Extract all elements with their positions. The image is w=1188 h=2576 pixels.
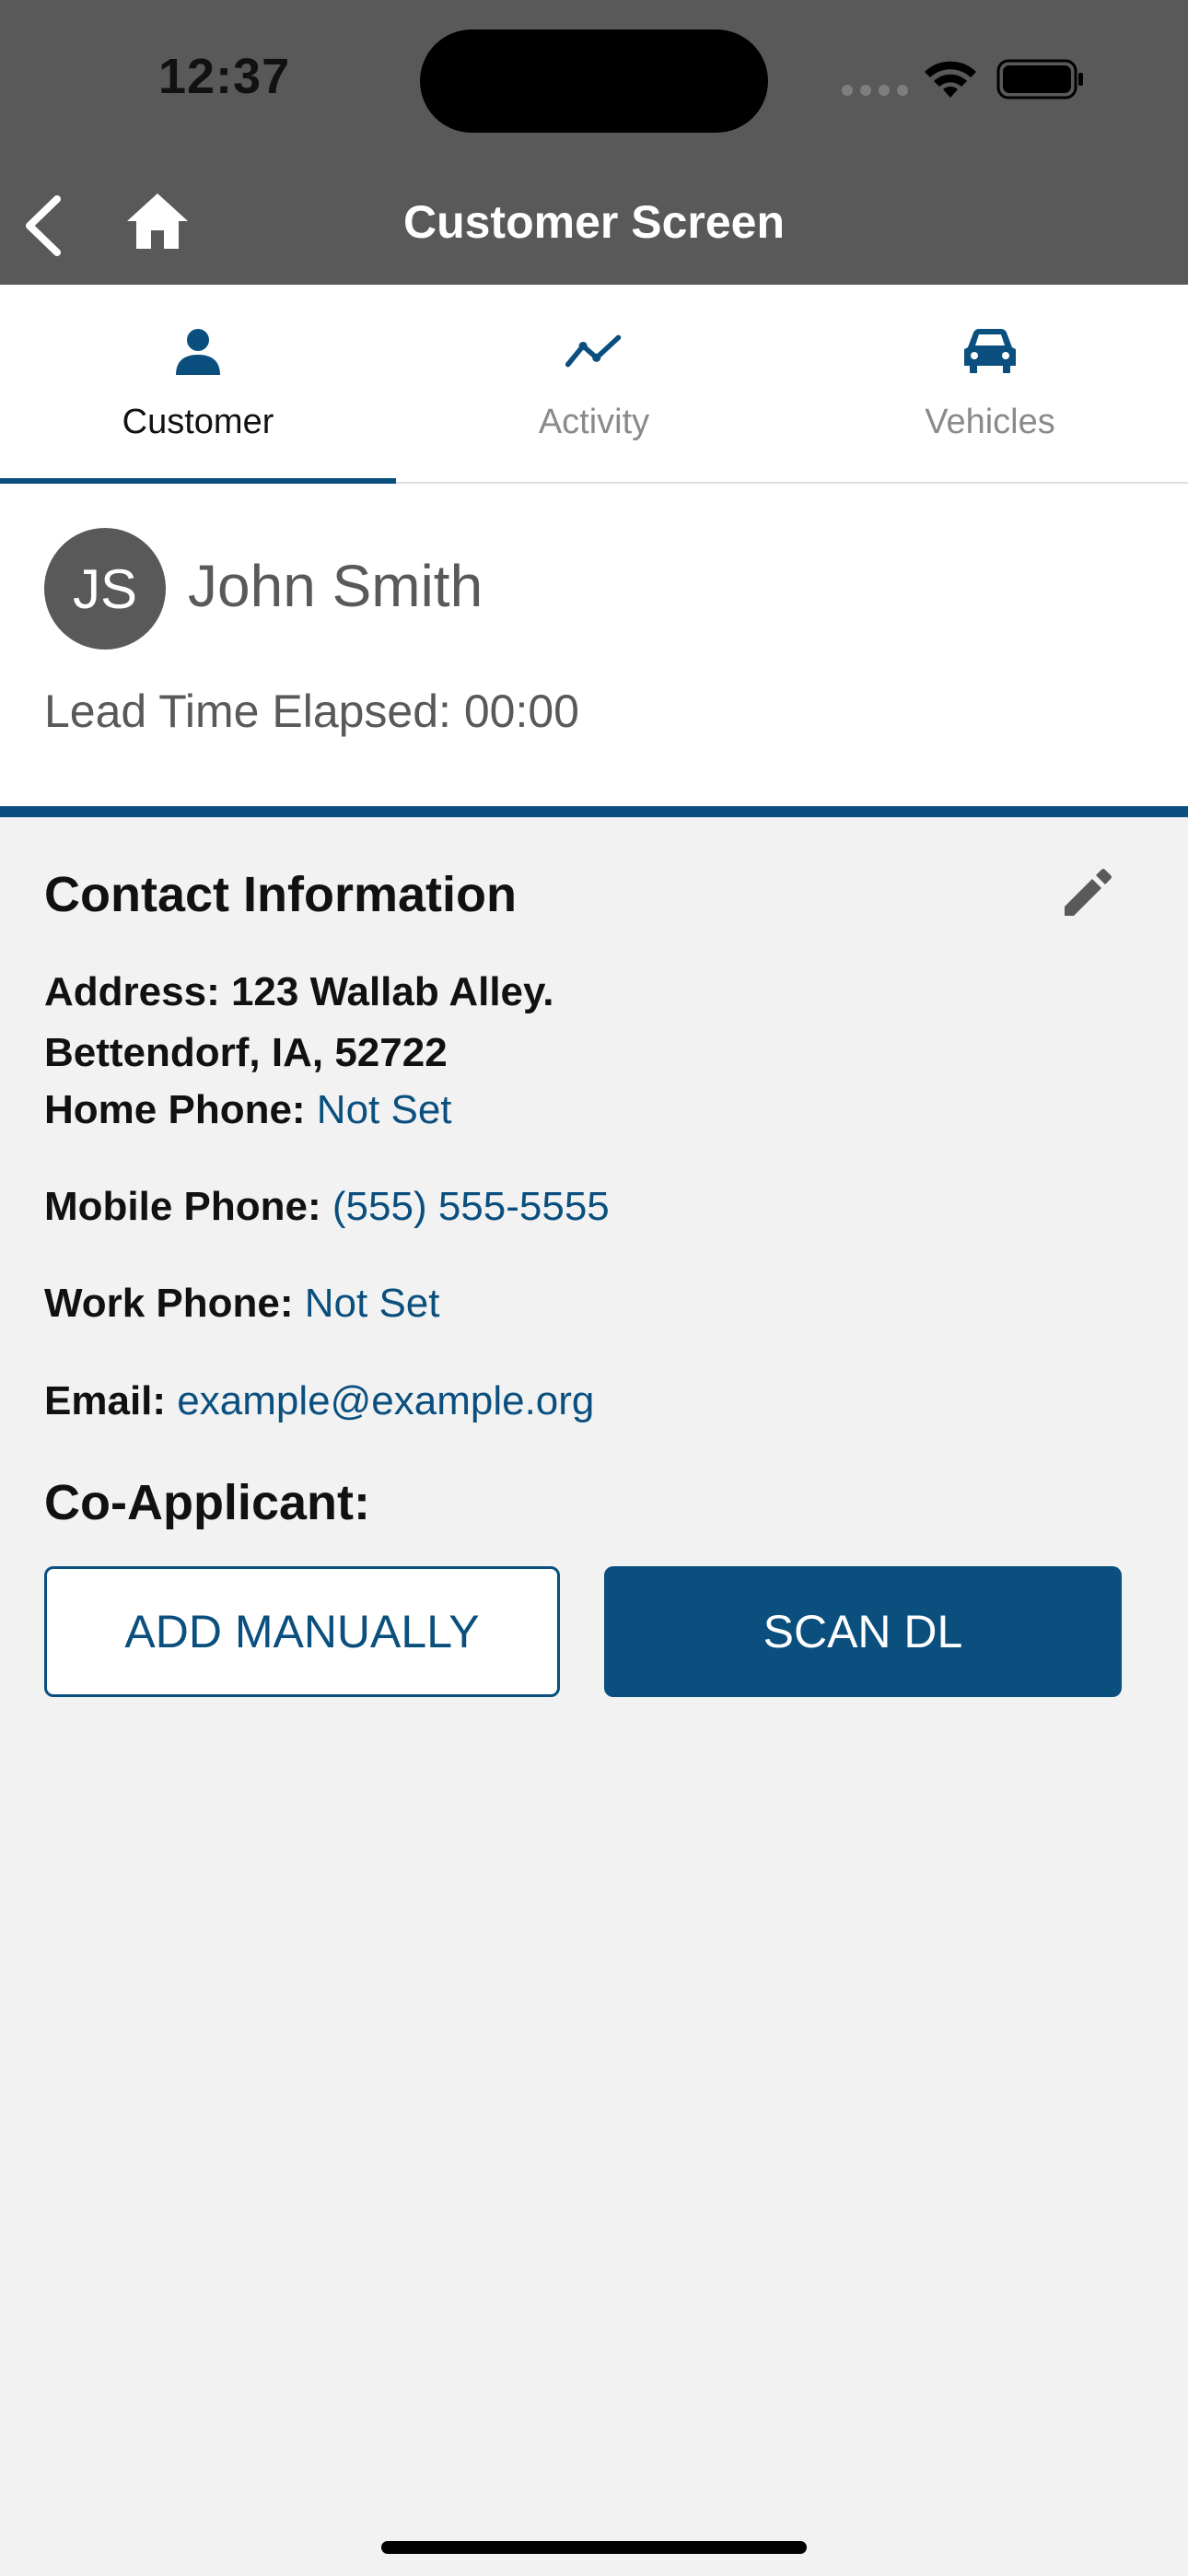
work-phone-value[interactable]: Not Set — [305, 1281, 440, 1326]
work-phone-label: Work Phone: — [44, 1281, 305, 1326]
tab-activity[interactable]: Activity — [396, 285, 792, 482]
home-indicator[interactable] — [381, 2541, 807, 2554]
address-line-2: Bettendorf, IA, 52722 — [44, 1030, 448, 1075]
mobile-phone-label: Mobile Phone: — [44, 1184, 332, 1229]
email-value[interactable]: example@example.org — [177, 1378, 594, 1423]
activity-chart-icon — [565, 322, 623, 381]
email-label: Email: — [44, 1378, 178, 1423]
customer-name: John Smith — [188, 553, 483, 619]
customer-screen: 12:37 Customer Screen Customer Activity … — [0, 0, 1188, 2576]
tab-bar: Customer Activity Vehicles — [0, 285, 1188, 484]
tab-vehicles[interactable]: Vehicles — [792, 285, 1188, 482]
work-phone-row: Work Phone: Not Set — [44, 1281, 440, 1327]
home-phone-value[interactable]: Not Set — [317, 1087, 452, 1132]
dynamic-island — [420, 29, 768, 133]
tab-vehicles-label: Vehicles — [925, 403, 1055, 441]
co-applicant-heading: Co-Applicant: — [44, 1475, 370, 1530]
section-divider — [0, 806, 1188, 817]
address-line-1: Address: 123 Wallab Alley. — [44, 969, 554, 1014]
page-title: Customer Screen — [402, 196, 786, 248]
battery-icon — [996, 59, 1083, 100]
contact-information-heading: Contact Information — [44, 867, 517, 922]
tab-customer[interactable]: Customer — [0, 285, 396, 484]
app-header: 12:37 Customer Screen — [0, 0, 1188, 285]
home-phone-label: Home Phone: — [44, 1087, 317, 1132]
status-time: 12:37 — [158, 49, 291, 104]
address: Address: 123 Wallab Alley. Bettendorf, I… — [44, 962, 1057, 1083]
add-manually-button[interactable]: ADD MANUALLY — [44, 1566, 560, 1697]
edit-pencil-icon[interactable] — [1057, 864, 1116, 923]
mobile-phone-row: Mobile Phone: (555) 555-5555 — [44, 1184, 610, 1230]
tab-activity-label: Activity — [538, 403, 650, 441]
cellular-signal-icon — [842, 85, 908, 96]
home-phone-row: Home Phone: Not Set — [44, 1087, 452, 1133]
person-icon — [169, 322, 227, 381]
customer-summary: JS John Smith Lead Time Elapsed: 00:00 — [0, 484, 1188, 806]
wifi-icon — [925, 61, 976, 98]
car-icon — [961, 322, 1019, 381]
tab-customer-label: Customer — [122, 403, 274, 441]
scan-dl-button[interactable]: SCAN DL — [604, 1566, 1122, 1697]
mobile-phone-value[interactable]: (555) 555-5555 — [332, 1184, 610, 1229]
lead-time-elapsed: Lead Time Elapsed: 00:00 — [44, 685, 579, 737]
email-row: Email: example@example.org — [44, 1378, 594, 1424]
avatar: JS — [44, 528, 166, 650]
